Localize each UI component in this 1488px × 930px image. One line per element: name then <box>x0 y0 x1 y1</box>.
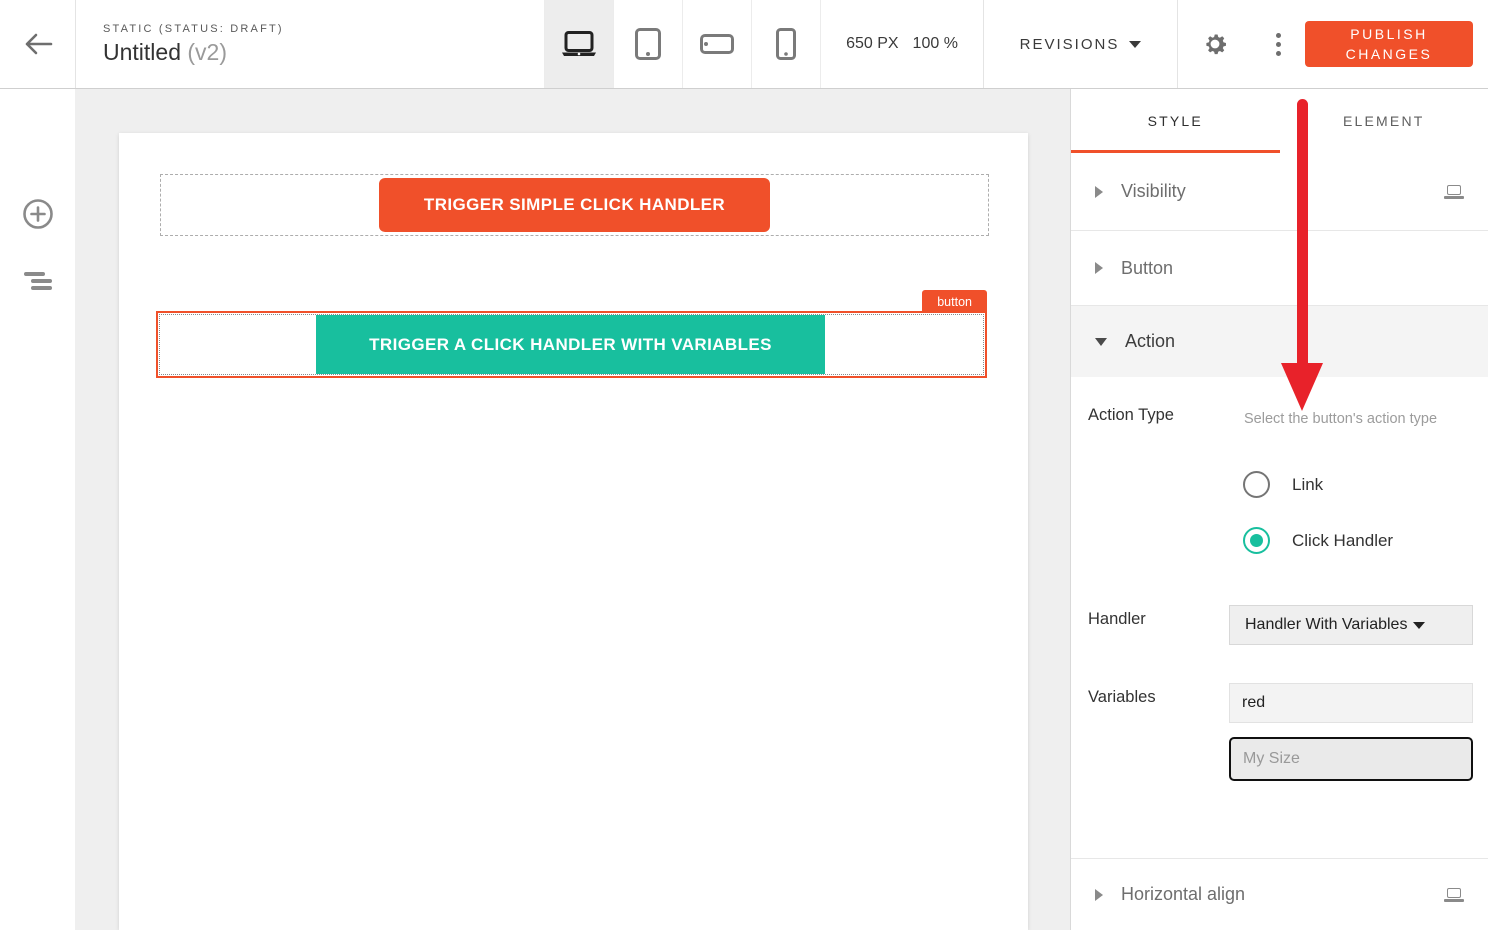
phone-icon <box>776 28 796 60</box>
gear-icon <box>1201 30 1229 58</box>
inspector-tabs: STYLE ELEMENT <box>1071 89 1488 153</box>
chevron-down-icon <box>1413 622 1425 629</box>
tablet-portrait-icon <box>635 28 661 60</box>
radio-unselected-icon[interactable] <box>1243 471 1270 498</box>
settings-button[interactable] <box>1177 0 1252 88</box>
trigger-variables-click-button[interactable]: TRIGGER A CLICK HANDLER WITH VARIABLES <box>316 315 825 374</box>
arrow-left-icon <box>23 32 53 56</box>
page-preview: TRIGGER SIMPLE CLICK HANDLER button TRIG… <box>119 133 1028 930</box>
device-phone-button[interactable] <box>751 0 820 88</box>
trigger-simple-click-button[interactable]: TRIGGER SIMPLE CLICK HANDLER <box>379 178 770 232</box>
layers-icon <box>24 272 52 290</box>
tab-style[interactable]: STYLE <box>1071 89 1280 153</box>
simple-button-element[interactable]: TRIGGER SIMPLE CLICK HANDLER <box>160 174 989 236</box>
variable-input-1[interactable] <box>1229 683 1473 723</box>
handler-select[interactable]: Handler With Variables <box>1229 605 1473 645</box>
chevron-down-icon <box>1095 338 1107 346</box>
viewport-width: 650 PX <box>846 35 898 53</box>
device-tablet-landscape-button[interactable] <box>682 0 751 88</box>
selected-button-element[interactable]: button TRIGGER A CLICK HANDLER WITH VARI… <box>156 311 987 378</box>
revisions-dropdown[interactable]: REVISIONS <box>983 0 1177 88</box>
publish-area: PUBLISH CHANGES <box>1305 0 1488 88</box>
chevron-right-icon <box>1095 262 1103 274</box>
chevron-right-icon <box>1095 186 1103 198</box>
chevron-right-icon <box>1095 889 1103 901</box>
viewport-size-readout: 650 PX 100 % <box>820 0 983 88</box>
radio-option-click-handler[interactable]: Click Handler <box>1243 527 1393 554</box>
back-button[interactable] <box>0 0 76 88</box>
handler-label: Handler <box>1088 610 1146 629</box>
tab-element[interactable]: ELEMENT <box>1280 89 1488 153</box>
top-toolbar: STATIC (STATUS: DRAFT) Untitled (v2) 65 <box>0 0 1488 89</box>
action-type-label: Action Type <box>1088 406 1174 425</box>
device-tablet-portrait-button[interactable] <box>613 0 682 88</box>
section-button[interactable]: Button <box>1071 231 1488 306</box>
publish-changes-button[interactable]: PUBLISH CHANGES <box>1305 21 1473 67</box>
tablet-landscape-icon <box>700 34 734 54</box>
inspector-panel: STYLE ELEMENT Visibility Button Action A… <box>1070 89 1488 930</box>
page-title-block: STATIC (STATUS: DRAFT) Untitled (v2) <box>76 0 544 88</box>
section-action[interactable]: Action <box>1071 306 1488 377</box>
page-version: (v2) <box>187 39 227 65</box>
radio-selected-icon[interactable] <box>1243 527 1270 554</box>
device-laptop-button[interactable] <box>544 0 613 88</box>
variables-label: Variables <box>1088 688 1156 707</box>
section-visibility[interactable]: Visibility <box>1071 153 1488 231</box>
variable-input-2[interactable] <box>1229 737 1473 781</box>
plus-circle-icon <box>22 198 54 230</box>
page-title: Untitled (v2) <box>103 39 544 66</box>
kebab-menu-icon <box>1276 33 1281 56</box>
more-options-button[interactable] <box>1252 0 1305 88</box>
element-type-badge: button <box>922 290 987 313</box>
zoom-level: 100 % <box>913 35 958 53</box>
laptop-icon <box>560 31 598 57</box>
editor-canvas[interactable]: TRIGGER SIMPLE CLICK HANDLER button TRIG… <box>75 89 1070 930</box>
status-label: STATIC (STATUS: DRAFT) <box>103 23 544 35</box>
section-horizontal-align[interactable]: Horizontal align <box>1071 858 1488 930</box>
left-toolbar <box>0 89 75 930</box>
radio-option-link[interactable]: Link <box>1243 471 1323 498</box>
add-element-button[interactable] <box>19 195 57 233</box>
layers-button[interactable] <box>19 262 57 300</box>
laptop-icon <box>1444 185 1464 199</box>
laptop-icon <box>1444 888 1464 902</box>
action-type-helper: Select the button's action type <box>1244 408 1454 430</box>
chevron-down-icon <box>1129 41 1141 48</box>
